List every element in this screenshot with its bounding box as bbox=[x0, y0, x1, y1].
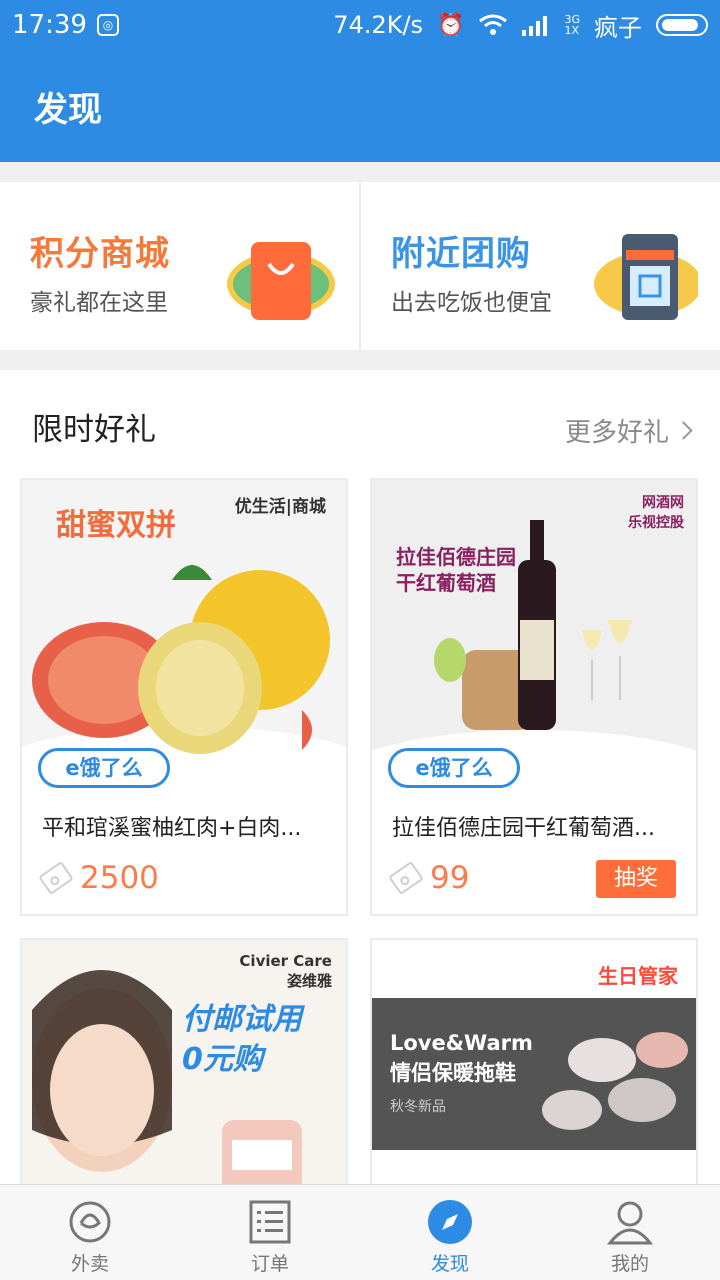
status-bar: 17:39 ◎ 74.2K/s ⏰ 3G 1X 疯子 bbox=[0, 0, 720, 50]
product-image: 付邮试用 0元购 Civier Care 姿维雅 bbox=[22, 940, 346, 1186]
image-headline: 拉佳佰德庄园 干红葡萄酒 bbox=[396, 545, 516, 595]
page-title: 发现 bbox=[34, 89, 102, 130]
points-tag-icon bbox=[38, 860, 74, 896]
eleme-badge: e饿了么 bbox=[388, 748, 520, 788]
bottom-tab-bar: 外卖 订单 发现 我的 bbox=[0, 1184, 720, 1280]
shopping-bag-icon bbox=[227, 242, 335, 320]
tab-label: 发现 bbox=[430, 1253, 469, 1275]
more-gifts-link[interactable]: 更多好礼 bbox=[564, 412, 693, 449]
tab-profile[interactable]: 我的 bbox=[540, 1185, 720, 1280]
tab-label: 我的 bbox=[610, 1253, 649, 1275]
image-headline: 付邮试用 0元购 bbox=[182, 1002, 302, 1077]
eleme-badge: e饿了么 bbox=[38, 748, 170, 788]
alarm-icon: ⏰ bbox=[437, 12, 465, 38]
more-gifts-label: 更多好礼 bbox=[564, 418, 669, 448]
section-title: 限时好礼 bbox=[32, 412, 156, 448]
product-card[interactable]: 拉佳佰德庄园 干红葡萄酒 网酒网 乐视控股 e饿了么 拉佳佰德庄园干红葡萄酒..… bbox=[370, 478, 698, 916]
product-image: 生日管家 Love&Warm 情侣保暖拖鞋 秋冬新品 bbox=[372, 940, 696, 1150]
notification-icon: ◎ bbox=[96, 14, 119, 36]
tab-label: 订单 bbox=[250, 1253, 289, 1275]
network-type: 3G 1X bbox=[564, 13, 580, 37]
status-time: 17:39 bbox=[12, 10, 87, 40]
image-headline: 甜蜜双拼 bbox=[56, 508, 176, 543]
wifi-icon bbox=[479, 14, 508, 35]
image-headline: Love&Warm 情侣保暖拖鞋 bbox=[390, 1031, 533, 1085]
product-price: 99 bbox=[388, 860, 470, 896]
promo-row: 积分商城 豪礼都在这里 附近团购 出去吃饭也便宜 bbox=[0, 182, 720, 350]
limited-gifts-section: 限时好礼 更多好礼 甜蜜双拼 优生活|商城 e饿了么 平和琯溪蜜柚红肉+白肉..… bbox=[0, 370, 720, 1188]
tab-orders[interactable]: 订单 bbox=[180, 1185, 360, 1280]
price-value: 2500 bbox=[80, 860, 159, 896]
brand-logo: Civier Care 姿维雅 bbox=[239, 952, 332, 990]
status-right: 74.2K/s ⏰ 3G 1X 疯子 bbox=[333, 8, 708, 43]
tab-label: 外卖 bbox=[70, 1253, 109, 1275]
section-header: 限时好礼 更多好礼 bbox=[0, 370, 720, 476]
app-bar: 发现 bbox=[0, 50, 720, 162]
compass-icon bbox=[428, 1200, 472, 1244]
product-card[interactable]: 付邮试用 0元购 Civier Care 姿维雅 bbox=[20, 938, 348, 1188]
brand-logo: 优生活|商城 bbox=[234, 497, 326, 517]
points-tag-icon bbox=[388, 860, 424, 896]
lottery-button[interactable]: 抽奖 bbox=[596, 860, 676, 898]
eleme-logo-icon bbox=[69, 1201, 111, 1243]
promo-points-mall[interactable]: 积分商城 豪礼都在这里 bbox=[0, 182, 359, 350]
brand-logo: 网酒网 乐视控股 bbox=[628, 495, 684, 531]
brand-logo: 生日管家 bbox=[598, 964, 678, 988]
battery-icon bbox=[656, 14, 708, 36]
chevron-right-icon bbox=[674, 421, 693, 440]
image-subline: 秋冬新品 bbox=[390, 1099, 446, 1115]
product-image: 拉佳佰德庄园 干红葡萄酒 网酒网 乐视控股 e饿了么 bbox=[372, 480, 696, 806]
order-list-icon bbox=[249, 1200, 291, 1244]
product-image: 甜蜜双拼 优生活|商城 e饿了么 bbox=[22, 480, 346, 806]
product-card[interactable]: 生日管家 Love&Warm 情侣保暖拖鞋 秋冬新品 bbox=[370, 938, 698, 1188]
carrier-name: 疯子 bbox=[594, 13, 642, 42]
tab-discover[interactable]: 发现 bbox=[360, 1185, 540, 1280]
product-name: 平和琯溪蜜柚红肉+白肉... bbox=[42, 816, 302, 841]
storefront-icon bbox=[594, 234, 698, 320]
promo-nearby-group[interactable]: 附近团购 出去吃饭也便宜 bbox=[359, 182, 720, 350]
network-speed: 74.2K/s bbox=[333, 11, 424, 39]
tab-takeout[interactable]: 外卖 bbox=[0, 1185, 180, 1280]
user-icon bbox=[607, 1201, 653, 1245]
product-name: 拉佳佰德庄园干红葡萄酒... bbox=[392, 816, 655, 841]
product-price: 2500 bbox=[38, 860, 159, 896]
price-value: 99 bbox=[430, 860, 470, 896]
signal-icon bbox=[522, 16, 548, 36]
product-card[interactable]: 甜蜜双拼 优生活|商城 e饿了么 平和琯溪蜜柚红肉+白肉... 2500 bbox=[20, 478, 348, 916]
